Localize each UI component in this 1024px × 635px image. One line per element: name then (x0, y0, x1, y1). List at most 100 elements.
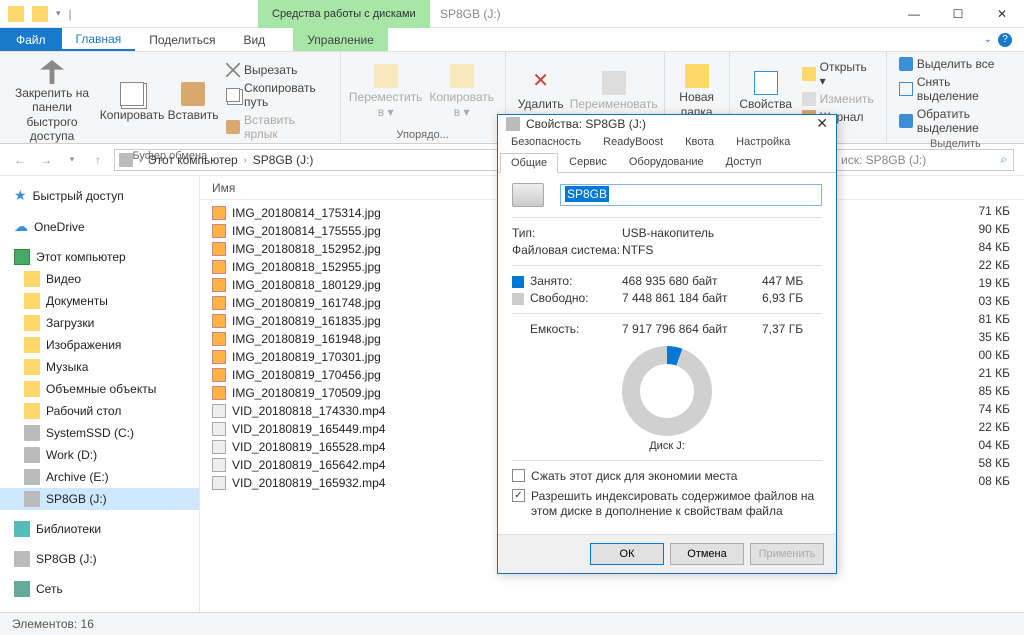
nav-sp8gb[interactable]: SP8GB (J:) (0, 488, 199, 510)
edit-button[interactable]: Изменить (798, 91, 878, 107)
recent-dropdown[interactable]: ▾ (62, 150, 82, 170)
breadcrumb-current[interactable]: SP8GB (J:) (253, 153, 314, 167)
index-checkbox-row[interactable]: ✓Разрешить индексировать содержимое файл… (512, 489, 822, 520)
tab-general[interactable]: Общие (500, 153, 558, 173)
nav-network[interactable]: Сеть (0, 578, 199, 600)
compress-checkbox-row[interactable]: Сжать этот диск для экономии места (512, 469, 822, 485)
ok-button[interactable]: ОК (590, 543, 664, 565)
image-icon (212, 260, 226, 274)
ribbon-tabs: Файл Главная Поделиться Вид Управление ⌄… (0, 28, 1024, 52)
dialog-close-button[interactable]: ✕ (816, 115, 828, 132)
file-name: IMG_20180814_175555.jpg (232, 224, 381, 238)
ribbon-help[interactable]: ⌄ ? (972, 28, 1024, 51)
nav-archive[interactable]: Archive (E:) (0, 466, 199, 488)
file-name: IMG_20180819_161748.jpg (232, 296, 381, 310)
nav-sp8gb-2[interactable]: SP8GB (J:) (0, 548, 199, 570)
nav-music[interactable]: Музыка (0, 356, 199, 378)
tab-view[interactable]: Вид (229, 28, 279, 51)
forward-button[interactable]: → (36, 150, 56, 170)
select-all-button[interactable]: Выделить все (895, 56, 1016, 72)
network-icon (14, 581, 30, 597)
file-size: 90 КБ (978, 222, 1014, 240)
breadcrumb-root[interactable]: Этот компьютер (148, 153, 238, 167)
tab-customize[interactable]: Настройка (725, 132, 801, 152)
nav-onedrive[interactable]: ☁OneDrive (0, 215, 199, 238)
tab-manage[interactable]: Управление (293, 28, 388, 51)
file-size: 00 КБ (978, 348, 1014, 366)
image-icon (212, 368, 226, 382)
select-none-button[interactable]: Снять выделение (895, 74, 1016, 104)
nav-systemssd[interactable]: SystemSSD (C:) (0, 422, 199, 444)
back-button[interactable]: ← (10, 150, 30, 170)
nav-videos[interactable]: Видео (0, 268, 199, 290)
paste-shortcut-button[interactable]: Вставить ярлык (222, 112, 332, 142)
tab-readyboost[interactable]: ReadyBoost (592, 132, 674, 152)
folder-icon (24, 337, 40, 353)
invert-selection-button[interactable]: Обратить выделение (895, 106, 1016, 136)
nav-downloads[interactable]: Загрузки (0, 312, 199, 334)
search-icon: ⌕ (1000, 152, 1007, 167)
nav-pictures[interactable]: Изображения (0, 334, 199, 356)
nav-desktop[interactable]: Рабочий стол (0, 400, 199, 422)
pin-icon (40, 60, 64, 84)
open-button[interactable]: Открыть ▾ (798, 59, 878, 89)
qat-folder-icon[interactable] (32, 6, 48, 22)
nav-quick-access[interactable]: ★Быстрый доступ (0, 184, 199, 207)
free-bytes: 7 448 861 184 байт (622, 291, 762, 305)
dialog-drive-icon (506, 117, 520, 131)
minimize-button[interactable]: — (892, 0, 936, 28)
tab-file[interactable]: Файл (0, 28, 62, 51)
maximize-button[interactable]: ☐ (936, 0, 980, 28)
move-to-button[interactable]: Переместить в ▾ (349, 56, 423, 127)
compress-checkbox[interactable] (512, 469, 525, 482)
nav-libraries[interactable]: Библиотеки (0, 518, 199, 540)
paste-button[interactable]: Вставить (168, 56, 218, 148)
drive-name-input[interactable]: SP8GB (560, 184, 822, 206)
copy-to-button[interactable]: Копировать в ▾ (427, 56, 497, 127)
tab-share[interactable]: Поделиться (135, 28, 229, 51)
filesystem-label: Файловая система: (512, 243, 622, 257)
close-button[interactable]: ✕ (980, 0, 1024, 28)
copy-path-icon (226, 88, 240, 102)
file-size: 22 КБ (978, 258, 1014, 276)
image-icon (212, 350, 226, 364)
file-name: VID_20180819_165642.mp4 (232, 458, 385, 472)
file-size: 81 КБ (978, 312, 1014, 330)
up-button[interactable]: ↑ (88, 150, 108, 170)
tab-hardware[interactable]: Оборудование (618, 152, 715, 172)
properties-dialog: Свойства: SP8GB (J:) ✕ Безопасность Read… (497, 114, 837, 574)
help-icon[interactable]: ? (998, 33, 1012, 47)
status-bar: Элементов: 16 (0, 612, 1024, 635)
file-name: IMG_20180818_180129.jpg (232, 278, 381, 292)
tab-sharing[interactable]: Доступ (715, 152, 773, 172)
type-label: Тип: (512, 226, 622, 240)
file-size: 19 КБ (978, 276, 1014, 294)
copy-button[interactable]: Копировать (100, 56, 164, 148)
drive-icon (119, 153, 133, 167)
tab-tools[interactable]: Сервис (558, 152, 618, 172)
star-icon: ★ (14, 187, 27, 204)
cancel-button[interactable]: Отмена (670, 543, 744, 565)
nav-documents[interactable]: Документы (0, 290, 199, 312)
cut-button[interactable]: Вырезать (222, 62, 332, 78)
tab-quota[interactable]: Квота (674, 132, 725, 152)
search-input[interactable]: иск: SP8GB (J:) ⌕ (834, 149, 1014, 171)
file-size: 74 КБ (978, 402, 1014, 420)
pin-button[interactable]: Закрепить на панели быстрого доступа (8, 56, 96, 148)
disk-icon (24, 447, 40, 463)
copy-path-button[interactable]: Скопировать путь (222, 80, 332, 110)
used-label: Занято: (530, 274, 572, 288)
qat-dropdown-icon[interactable]: ▾ (56, 8, 61, 19)
tab-security[interactable]: Безопасность (500, 132, 592, 152)
nav-3d-objects[interactable]: Объемные объекты (0, 378, 199, 400)
apply-button[interactable]: Применить (750, 543, 824, 565)
tab-home[interactable]: Главная (62, 28, 136, 51)
chevron-icon[interactable]: ⌄ (984, 34, 992, 45)
video-icon (212, 458, 226, 472)
type-value: USB-накопитель (622, 226, 822, 240)
nav-work[interactable]: Work (D:) (0, 444, 199, 466)
image-icon (212, 314, 226, 328)
nav-this-pc[interactable]: Этот компьютер (0, 246, 199, 268)
usage-pie-chart (622, 346, 712, 436)
index-checkbox[interactable]: ✓ (512, 489, 525, 502)
